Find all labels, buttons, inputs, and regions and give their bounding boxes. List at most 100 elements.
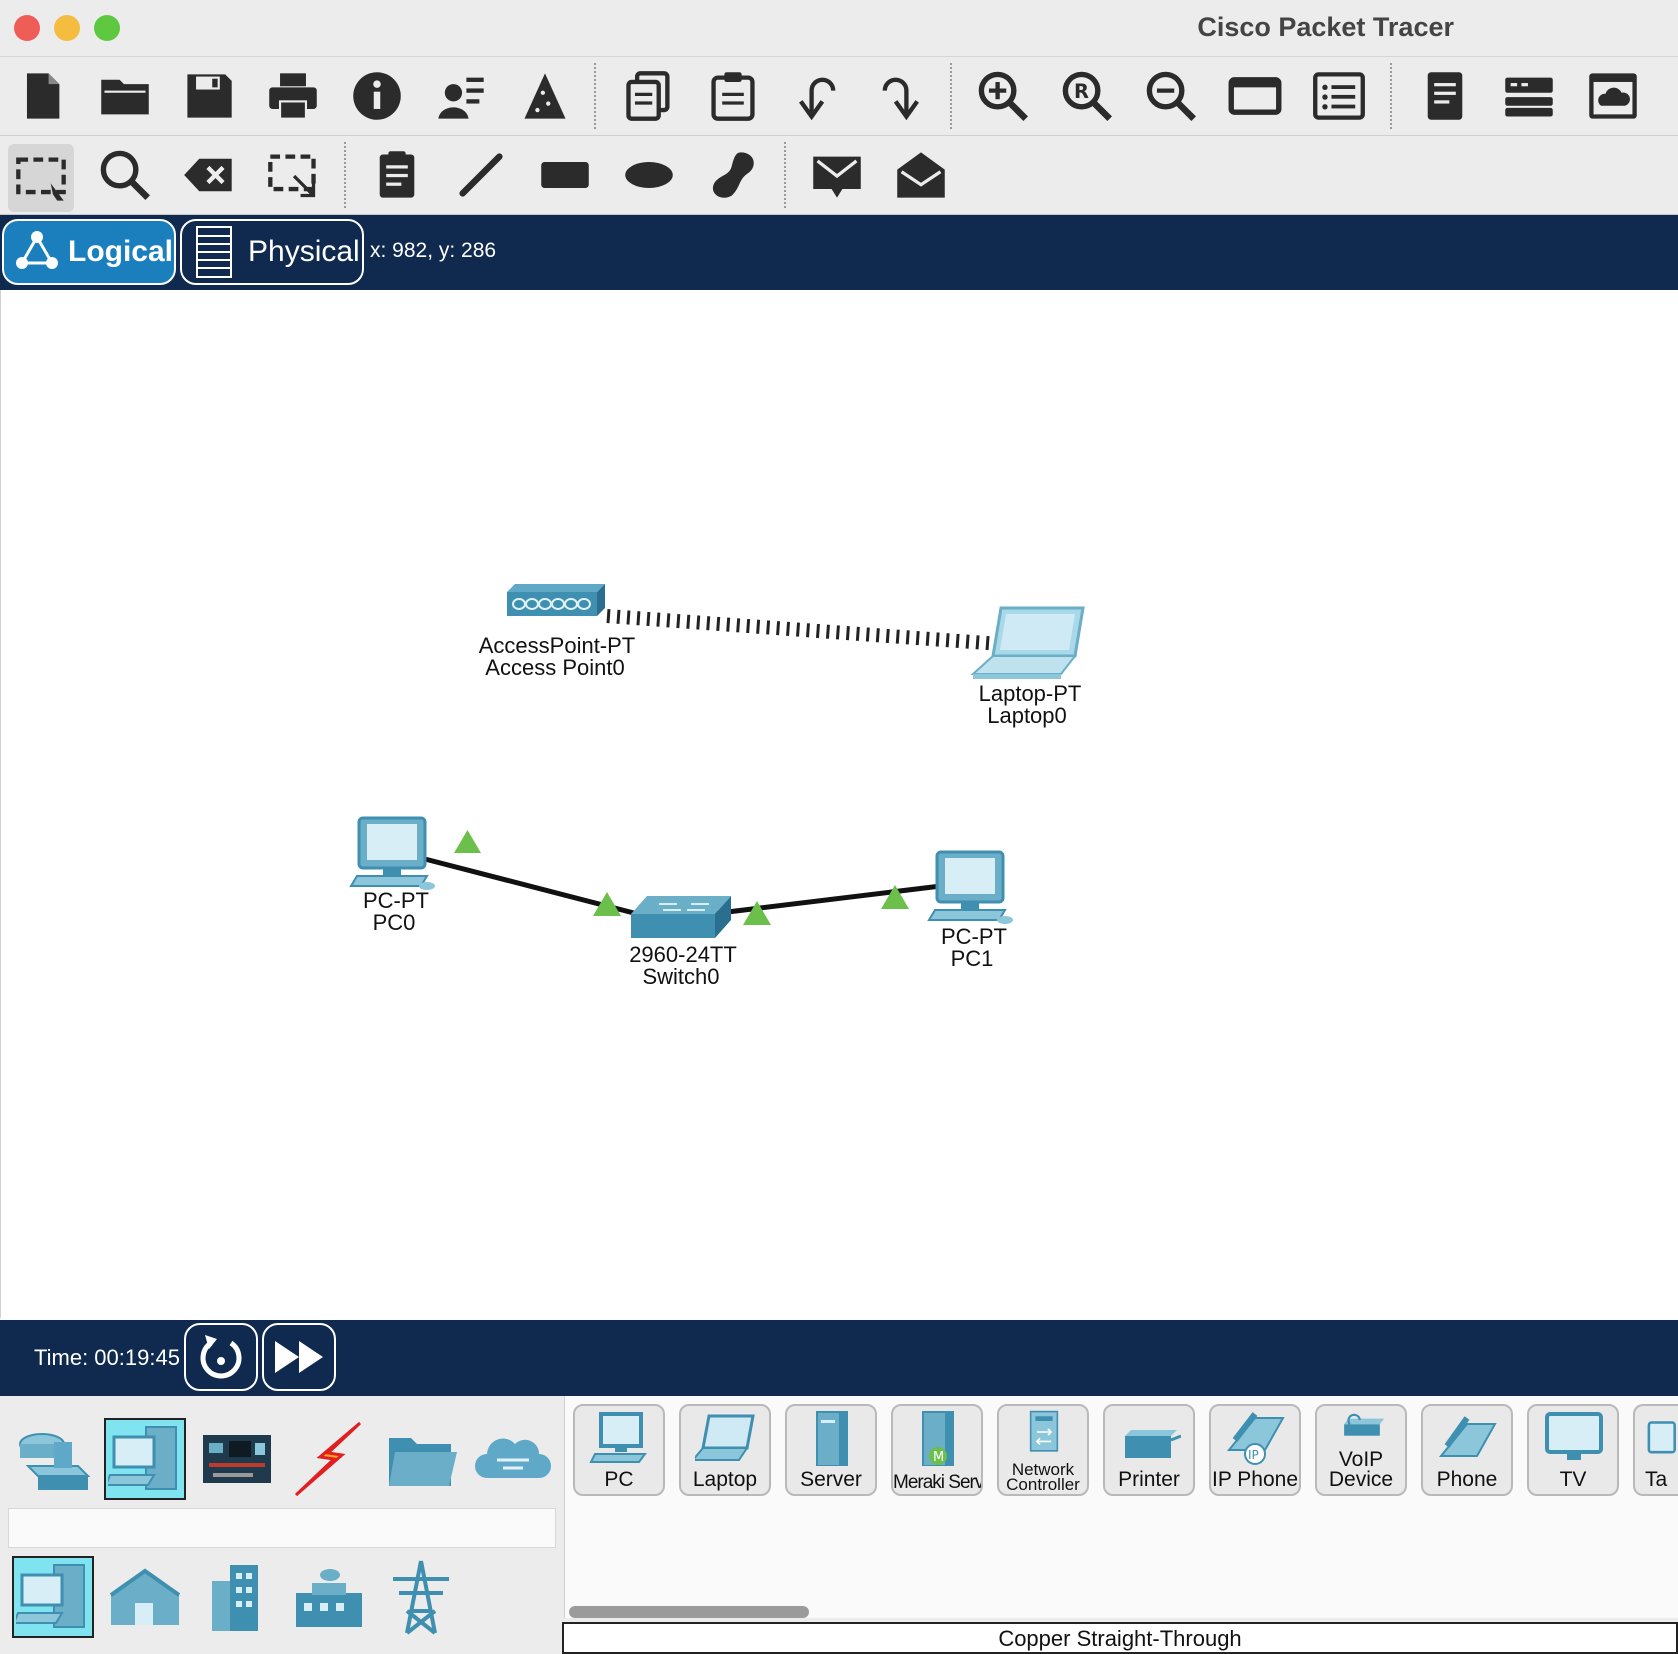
tv-icon [1545,1412,1603,1460]
undo-icon[interactable] [786,65,848,127]
line-icon[interactable] [450,144,512,206]
pc1-device[interactable] [927,850,1013,924]
ellipse-icon[interactable] [618,144,680,206]
close-window-button[interactable] [14,15,40,41]
svg-text:M: M [933,1450,944,1465]
pc0-device[interactable] [349,816,435,890]
new-file-icon[interactable] [10,65,72,127]
device-voip-device[interactable]: VoIP Device [1315,1404,1407,1496]
connections-category-icon[interactable] [288,1418,370,1500]
custom-devices-dialog-icon[interactable] [1308,65,1370,127]
select-icon[interactable] [8,144,74,212]
device-ip-phone[interactable]: IP IP Phone [1209,1404,1301,1496]
zoom-reset-icon[interactable]: R [1056,65,1118,127]
simulation-time: Time: 00:19:45 [34,1345,180,1370]
tools-toolbar [0,136,1678,215]
resize-icon[interactable] [262,144,324,206]
minimize-window-button[interactable] [54,15,80,41]
device-tablet[interactable]: Ta [1633,1404,1678,1496]
tablet-icon [1647,1421,1676,1454]
link-status-up [454,830,481,853]
power-cycle-button[interactable] [184,1323,258,1391]
device-server[interactable]: Server [785,1404,877,1496]
freeform-icon[interactable] [702,144,764,206]
link-pc0-switch[interactable] [420,855,662,923]
device-printer[interactable]: Printer [1103,1404,1195,1496]
link-switch-pc1[interactable] [710,883,942,917]
rectangle-icon[interactable] [534,144,596,206]
maximize-window-button[interactable] [94,15,120,41]
multiuser-category-icon[interactable] [472,1418,554,1500]
power-grid-subcategory-icon[interactable] [380,1556,462,1638]
delete-icon[interactable] [178,144,240,206]
server-icon [816,1411,848,1466]
save-icon[interactable] [178,65,240,127]
device-phone[interactable]: Phone [1421,1404,1513,1496]
simulation-time-bar: Time: 00:19:45 [0,1320,1678,1396]
drawing-palette-icon[interactable] [1224,65,1286,127]
viewport-icon[interactable] [1414,65,1476,127]
device-label: Server [800,1468,862,1491]
logical-workspace[interactable]: AccessPoint-PT Access Point0 Laptop-PT L… [0,290,1678,1318]
complex-pdu-icon[interactable] [890,144,952,206]
voip-device-icon [1344,1413,1385,1436]
device-pc[interactable]: PC [573,1404,665,1496]
zoom-out-icon[interactable] [1140,65,1202,127]
main-toolbar: R [0,57,1678,136]
open-folder-icon[interactable] [94,65,156,127]
device-label: Phone [1436,1468,1498,1491]
reset-clock-icon [200,1335,242,1379]
pc1-model-label: PC-PT [941,924,1007,949]
laptop-device[interactable] [970,606,1085,679]
home-subcategory-icon[interactable] [104,1556,186,1638]
miscellaneous-category-icon[interactable] [380,1418,462,1500]
print-icon[interactable] [262,65,324,127]
printer-icon [1125,1430,1181,1458]
switch-device[interactable] [631,896,731,938]
device-search-field[interactable] [8,1508,556,1548]
network-devices-category-icon[interactable] [12,1418,94,1500]
smart-city-subcategory-icon[interactable] [196,1556,278,1638]
logical-tab[interactable]: Logical [2,219,176,285]
components-category-icon[interactable] [196,1418,278,1500]
activity-wizard-icon[interactable] [430,65,492,127]
fast-forward-button[interactable] [262,1323,336,1391]
meraki-server-icon: M [922,1411,954,1466]
info-icon[interactable] [346,65,408,127]
pc1-name-label: PC1 [950,946,994,971]
device-selection-panel: PC Laptop Server M Meraki Server Network… [0,1396,1678,1654]
access-point-device[interactable] [507,584,605,616]
end-devices-subcategory-icon[interactable] [12,1556,94,1638]
inspect-icon[interactable] [94,144,156,206]
ip-phone-icon: IP [1226,1412,1285,1465]
industrial-subcategory-icon[interactable] [288,1556,370,1638]
wireless-link[interactable] [606,609,1002,651]
redo-icon[interactable] [870,65,932,127]
cloud-icon[interactable] [1582,65,1644,127]
simple-pdu-icon[interactable] [806,144,868,206]
device-network-controller[interactable]: Network Controller [997,1404,1089,1496]
physical-tab[interactable]: Physical [180,219,364,285]
selected-connection-type: Copper Straight-Through [562,1622,1678,1654]
cursor-coordinates: x: 982, y: 286 [370,239,497,262]
laptop-model-label: Laptop-PT [978,681,1082,706]
ap-name-label: Access Point0 [485,655,625,680]
zoom-in-icon[interactable] [972,65,1034,127]
network-info-icon[interactable] [1498,65,1560,127]
pc-icon [589,1412,647,1463]
device-panel-scrollbar[interactable] [569,1606,809,1618]
device-tv[interactable]: TV [1527,1404,1619,1496]
device-laptop[interactable]: Laptop [679,1404,771,1496]
device-label: Ta [1645,1468,1668,1491]
device-meraki-server[interactable]: M Meraki Server [891,1404,983,1496]
switch-name-label: Switch0 [642,964,720,989]
phone-icon [1438,1416,1497,1457]
paste-icon[interactable] [702,65,764,127]
physical-tab-label: Physical [248,235,360,268]
link-status-up [743,901,771,925]
copy-icon[interactable] [618,65,680,127]
end-devices-category-icon[interactable] [104,1418,186,1500]
ap-model-label: AccessPoint-PT [478,633,636,658]
note-icon[interactable] [366,144,428,206]
custom-device-icon[interactable] [514,65,576,127]
